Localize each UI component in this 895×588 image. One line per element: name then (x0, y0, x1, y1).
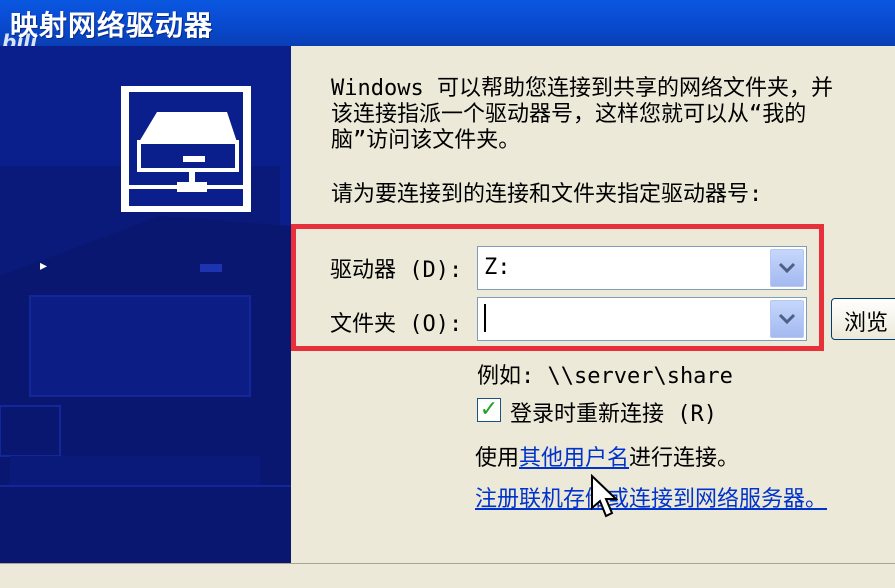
prompt-text: 请为要连接到的连接和文件夹指定驱动器号: (331, 182, 763, 207)
mouse-pointer-icon (591, 474, 618, 518)
other-user-link[interactable]: 其他用户名 (519, 446, 629, 471)
network-drive-icon (121, 86, 251, 212)
text-caret (484, 304, 486, 332)
signup-line: 注册联机存储或连接到网络服务器。 (475, 481, 827, 513)
drive-label: 驱动器 (D): (330, 258, 463, 283)
window-title: 映射网络驱动器 (10, 9, 214, 42)
wizard-side-panel: ▸ (0, 46, 291, 563)
title-bar: 映射网络驱动器 bili (0, 0, 895, 54)
folder-label: 文件夹 (O): (330, 312, 463, 337)
other-user-line: 使用其他用户名进行连接。 (475, 440, 739, 472)
bottom-strip (0, 563, 895, 588)
folder-input[interactable] (477, 297, 807, 341)
reconnect-checkbox[interactable]: ✓ (477, 398, 501, 422)
reconnect-label[interactable]: 登录时重新连接 (R) (510, 396, 717, 428)
browse-button[interactable]: 浏览 (831, 298, 895, 340)
drive-value: Z: (484, 255, 511, 280)
drive-select[interactable]: Z: (477, 246, 807, 290)
signup-link[interactable]: 注册联机存储或连接到网络服务器。 (475, 487, 827, 512)
checkmark-icon: ✓ (479, 397, 499, 422)
drive-dropdown-button[interactable] (770, 249, 804, 287)
description-text: Windows 可以帮助您连接到共享的网络文件夹，并 该连接指派一个驱动器号，这… (331, 76, 833, 153)
example-text: 例如: \\server\share (477, 364, 733, 389)
folder-dropdown-button[interactable] (770, 300, 804, 338)
pointer-icon: ▸ (40, 258, 48, 274)
chevron-down-icon (778, 313, 796, 325)
chevron-down-icon (778, 262, 796, 274)
other-user-suffix: 进行连接。 (629, 446, 740, 471)
other-user-prefix: 使用 (475, 446, 520, 471)
